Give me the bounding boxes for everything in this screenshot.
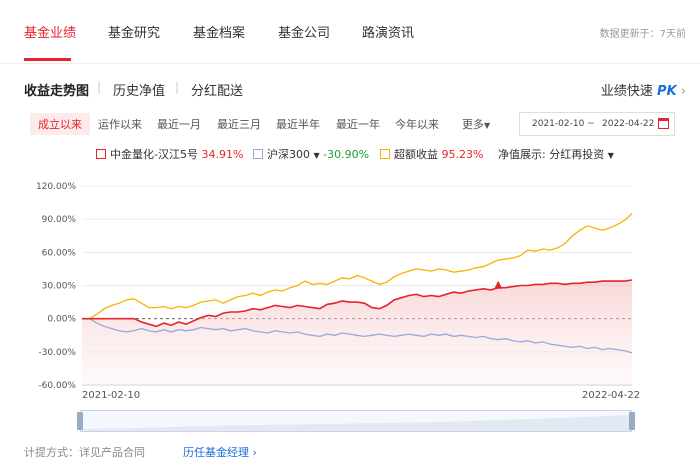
nav-display-value: 分红再投资	[549, 148, 605, 161]
y-tick-label: -30.00%	[38, 348, 76, 358]
return-trend-chart: 120.00% 90.00% 60.00% 30.00% 0.00% -30.00% -60…	[0, 170, 700, 410]
subtab-divider: |	[97, 80, 102, 94]
data-updated-text: 数据更新于：7天前	[599, 29, 686, 40]
y-tick-label: 0.00%	[47, 315, 76, 325]
chart-legend: 中金量化-汉江5号 34.91% 沪深300 ▼ -30.90% 超额收益 95…	[0, 146, 700, 164]
caret-down-icon: ▼	[313, 151, 320, 160]
range-ytd[interactable]: 今年以来	[395, 116, 439, 132]
checkbox-icon	[253, 149, 263, 159]
fund-marker-triangle	[494, 280, 503, 289]
tab-fund-profile[interactable]: 基金档案	[193, 22, 245, 41]
subtab-return-trend[interactable]: 收益走势图	[24, 80, 89, 99]
range-more-dropdown[interactable]: 更多▼	[462, 116, 490, 132]
nav-display-label: 净值展示:	[498, 148, 546, 161]
pk-label: PK	[657, 84, 677, 99]
slider-right-handle[interactable]	[629, 412, 635, 430]
legend-fund[interactable]: 中金量化-汉江5号 34.91%	[96, 146, 243, 162]
legend-excess[interactable]: 超额收益 95.23%	[380, 146, 483, 162]
active-tab-underline	[24, 58, 71, 61]
y-tick-label: -60.00%	[38, 381, 76, 391]
legend-fund-name: 中金量化-汉江5号	[110, 148, 198, 161]
tab-fund-performance[interactable]: 基金业绩	[24, 22, 76, 41]
range-since-operation[interactable]: 运作以来	[98, 116, 142, 132]
chart-svg: 120.00% 90.00% 60.00% 30.00% 0.00% -30.00% -60…	[36, 182, 633, 391]
caret-down-icon: ▼	[607, 151, 614, 160]
performance-pk-link[interactable]: 业绩快速 PK ›	[601, 80, 686, 99]
caret-down-icon: ▼	[484, 121, 491, 130]
range-last-3-months[interactable]: 最近三月	[217, 116, 261, 132]
tab-fund-company[interactable]: 基金公司	[278, 22, 330, 41]
date-separator: ~	[587, 119, 595, 129]
y-tick-label: 60.00%	[42, 248, 77, 258]
subtab-dividends[interactable]: 分红配送	[191, 80, 243, 99]
footer: 计提方式：详见产品合同 历任基金经理 ›	[0, 440, 700, 461]
legend-fund-return: 34.91%	[201, 148, 244, 161]
x-axis-start-label: 2021-02-10	[82, 390, 141, 401]
legend-index-name: 沪深300	[267, 148, 310, 161]
slider-left-handle[interactable]	[77, 412, 83, 430]
fee-method-text: 计提方式：详见产品合同	[24, 446, 145, 459]
legend-index-return: -30.90%	[323, 148, 370, 161]
legend-excess-name: 超额收益	[394, 148, 438, 161]
range-selector: 成立以来 运作以来 最近一月 最近三月 最近半年 最近一年 今年以来 更多▼ 2…	[0, 112, 700, 136]
chevron-right-icon: ›	[680, 84, 686, 99]
x-axis-end-label: 2022-04-22	[582, 390, 641, 401]
y-tick-label: 120.00%	[36, 182, 76, 192]
subtab-history-nav[interactable]: 历史净值	[113, 80, 165, 99]
range-since-inception[interactable]: 成立以来	[30, 113, 90, 135]
legend-excess-return: 95.23%	[441, 148, 484, 161]
range-last-6-months[interactable]: 最近半年	[276, 116, 320, 132]
top-nav: 基金业绩 基金研究 基金档案 基金公司 路演资讯 数据更新于：7天前	[0, 0, 700, 64]
y-tick-label: 30.00%	[42, 282, 77, 292]
chevron-right-icon: ›	[252, 446, 257, 459]
tab-roadshow-news[interactable]: 路演资讯	[362, 22, 414, 41]
tab-fund-research[interactable]: 基金研究	[108, 22, 160, 41]
fund-manager-history-link[interactable]: 历任基金经理 ›	[183, 444, 257, 460]
start-date: 2021-02-10	[532, 119, 585, 129]
slider-preview	[81, 415, 631, 431]
calendar-icon[interactable]	[658, 118, 669, 129]
end-date: 2022-04-22	[602, 119, 655, 129]
fund-manager-history-label: 历任基金经理	[183, 446, 249, 459]
nav-display-select[interactable]: 净值展示: 分红再投资 ▼	[498, 146, 614, 162]
sub-nav: 收益走势图 | 历史净值 | 分红配送 业绩快速 PK ›	[0, 78, 700, 102]
range-last-year[interactable]: 最近一年	[336, 116, 380, 132]
legend-index[interactable]: 沪深300 ▼ -30.90%	[253, 146, 369, 162]
range-last-month[interactable]: 最近一月	[157, 116, 201, 132]
subtab-divider: |	[175, 80, 180, 94]
pk-prefix: 业绩快速	[600, 84, 653, 99]
y-tick-label: 90.00%	[42, 215, 77, 225]
range-more-label: 更多	[462, 118, 484, 131]
checkbox-icon	[96, 149, 106, 159]
zoom-slider[interactable]	[77, 410, 635, 432]
checkbox-icon	[380, 149, 390, 159]
date-range-picker[interactable]: 2021-02-10 ~ 2022-04-22	[519, 112, 675, 136]
fund-area-fill	[82, 280, 632, 385]
